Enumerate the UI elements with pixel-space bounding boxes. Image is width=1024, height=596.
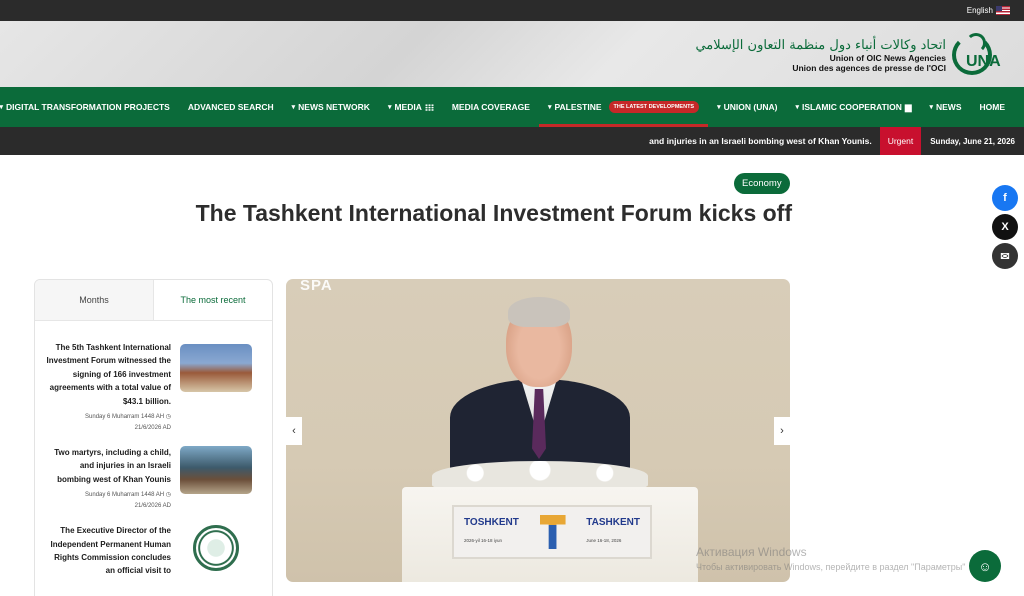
nav-islamic-cooperation[interactable]: ▾ ISLAMIC COOPERATION ▆ xyxy=(786,87,920,127)
chat-button[interactable]: ☺ xyxy=(969,550,1001,582)
nav-news[interactable]: ▾ NEWS xyxy=(920,87,970,127)
urgent-label: Urgent xyxy=(879,127,922,155)
facebook-share-button[interactable]: f xyxy=(992,185,1018,211)
sidebar-tabs: Months The most recent xyxy=(35,280,272,321)
nav-label: UNION (UNA) xyxy=(723,102,778,112)
chevron-right-icon: › xyxy=(780,425,784,437)
slider-next-button[interactable]: › xyxy=(774,417,790,445)
logo-arabic-text: اتحاد وكالات أنباء دول منظمة التعاون الإ… xyxy=(695,37,946,53)
news-thumbnail[interactable] xyxy=(180,344,252,392)
email-share-button[interactable]: ✉ xyxy=(992,243,1018,269)
windows-activation-text: Чтобы активировать Windows, перейдите в … xyxy=(696,562,966,572)
news-sidebar: Months The most recent The 5th Tashkent … xyxy=(34,279,273,596)
nav-label: HOME xyxy=(979,102,1006,112)
chevron-down-icon: ▾ xyxy=(0,104,3,111)
nav-home[interactable]: HOME xyxy=(970,87,1015,127)
nav-union[interactable]: ▾ UNION (UNA) xyxy=(708,87,786,127)
chevron-down-icon: ▾ xyxy=(291,104,296,111)
forum-sign: TOSHKENT 2026-yil 16-18 iyun TASHKENT June… xyxy=(452,505,652,559)
envelope-icon: ✉ xyxy=(1000,250,1010,263)
news-hijri-date: Sunday 6 Muharram 1448 AH xyxy=(85,414,165,421)
chevron-down-icon: ▾ xyxy=(547,104,552,111)
site-header: اتحاد وكالات أنباء دول منظمة التعاون الإ… xyxy=(0,21,1024,87)
breaking-news-ticker: and injuries in an Israeli bombing west … xyxy=(0,127,1024,155)
sign-right-text: TASHKENT xyxy=(586,517,640,528)
nav-label: MEDIA COVERAGE xyxy=(451,102,530,112)
nav-label: NEWS NETWORK xyxy=(298,102,370,112)
nav-label: ADVANCED SEARCH xyxy=(187,102,274,112)
latest-developments-badge[interactable]: THE LATEST DEVELOPMENTS xyxy=(608,101,700,113)
news-thumbnail[interactable] xyxy=(180,446,252,495)
news-hijri-date: Sunday 6 Muharram 1448 AH xyxy=(85,492,165,499)
list-item[interactable]: The Executive Director of the Independen… xyxy=(35,524,272,578)
logo-english-text: Union of OIC News Agencies xyxy=(829,52,946,63)
news-thumbnail[interactable] xyxy=(180,524,252,573)
x-share-button[interactable]: X xyxy=(992,214,1018,240)
news-title[interactable]: The Executive Director of the Independen… xyxy=(45,524,171,578)
logo-french-text: Union des agences de presse de l'OCI xyxy=(792,62,946,73)
sign-left-date: 2026-yil 16-18 iyun xyxy=(464,538,503,543)
tab-most-recent[interactable]: The most recent xyxy=(154,280,272,320)
language-switcher[interactable]: English xyxy=(967,6,1010,15)
forum-logo-icon xyxy=(539,515,566,549)
nav-label: NEWS xyxy=(936,102,962,112)
logo-word: UNA xyxy=(966,53,1001,70)
tab-months[interactable]: Months xyxy=(35,280,154,320)
una-logo-icon: UNA xyxy=(952,33,1010,77)
news-date: 21/6/2026 AD xyxy=(134,425,171,432)
nav-media-coverage[interactable]: MEDIA COVERAGE xyxy=(443,87,539,127)
chevron-left-icon: ‹ xyxy=(292,425,296,437)
category-badge[interactable]: Economy xyxy=(734,173,790,194)
news-title[interactable]: Two martyrs, including a child, and inju… xyxy=(45,446,171,486)
commission-seal-icon xyxy=(193,525,239,572)
nav-news-network[interactable]: ▾ NEWS NETWORK xyxy=(283,87,379,127)
windows-activation-title: Активация Windows xyxy=(696,545,807,559)
current-date: Sunday, June 21, 2026 xyxy=(930,136,1015,146)
news-date: 21/6/2026 AD xyxy=(134,503,171,510)
site-logo[interactable]: اتحاد وكالات أنباء دول منظمة التعاون الإ… xyxy=(695,33,1010,77)
nav-advanced-search[interactable]: ADVANCED SEARCH xyxy=(179,87,283,127)
chat-icon: ☺ xyxy=(978,558,992,574)
nav-palestine[interactable]: ▾ PALESTINE THE LATEST DEVELOPMENTS xyxy=(538,87,709,127)
nav-media[interactable]: ▾ MEDIA xyxy=(379,87,443,127)
sign-left-text: TOSHKENT xyxy=(464,517,519,528)
article-image-slider[interactable]: SPA TOSHKENT 2026-yil 16-18 iyun TASHKENT… xyxy=(286,279,790,582)
nav-label: ISLAMIC COOPERATION xyxy=(801,102,902,112)
slider-prev-button[interactable]: ‹ xyxy=(286,417,302,445)
kaaba-icon: ▆ xyxy=(904,101,912,112)
ticker-headline[interactable]: and injuries in an Israeli bombing west … xyxy=(649,136,880,146)
language-label: English xyxy=(966,6,993,15)
nav-label: MEDIA xyxy=(394,102,422,112)
main-nav: ▾ DIGITAL TRANSFORMATION PROJECTS ADVANCE… xyxy=(0,87,1024,127)
news-title[interactable]: The 5th Tashkent International Investmen… xyxy=(45,341,171,408)
list-item[interactable]: The 5th Tashkent International Investmen… xyxy=(35,341,272,434)
article-title: The Tashkent International Investment Fo… xyxy=(195,200,792,226)
clock-icon: ◷ xyxy=(165,492,171,499)
clock-icon: ◷ xyxy=(165,414,171,421)
us-flag-icon xyxy=(996,6,1010,15)
chevron-down-icon: ▾ xyxy=(795,104,799,111)
chevron-down-icon: ▾ xyxy=(929,104,933,111)
nav-digital-transformation[interactable]: ▾ DIGITAL TRANSFORMATION PROJECTS xyxy=(0,87,179,127)
chevron-down-icon: ▾ xyxy=(717,104,721,111)
spa-watermark: SPA xyxy=(300,279,333,294)
x-icon: X xyxy=(1001,221,1009,233)
speaker-hair xyxy=(508,297,570,327)
chevron-down-icon: ▾ xyxy=(387,104,392,111)
list-item[interactable]: Two martyrs, including a child, and inju… xyxy=(35,446,272,512)
grid-icon xyxy=(424,103,434,111)
sign-right-date: June 16-18, 2026 xyxy=(586,538,622,543)
facebook-icon: f xyxy=(1003,192,1007,204)
top-bar: English xyxy=(0,0,1024,21)
nav-label: PALESTINE xyxy=(554,102,602,112)
nav-label: DIGITAL TRANSFORMATION PROJECTS xyxy=(5,102,170,112)
